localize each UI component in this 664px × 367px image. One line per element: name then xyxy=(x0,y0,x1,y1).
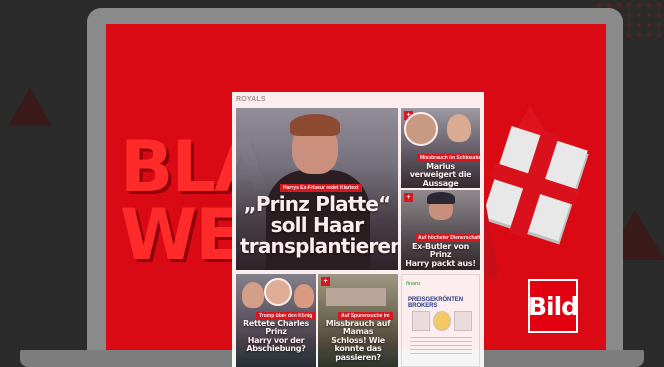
charles-headline: Rettete Charles Prinz Harry vor der Absc… xyxy=(238,319,314,354)
butler-headline-line2: Harry packt aus! xyxy=(405,258,476,268)
bild-plus-icon: + xyxy=(321,277,330,286)
ad-brand: finanz xyxy=(406,281,421,287)
schloss-headline-line2: Schloss! Wie konnte das xyxy=(331,335,385,354)
person-cap xyxy=(427,192,455,204)
marius-headline: Marius verweigert die Aussage xyxy=(403,162,478,188)
avatar xyxy=(264,278,292,306)
black-friday-text-line2: WE xyxy=(120,194,243,276)
ad-title: PREISGEKRÖNTEN BROKERS xyxy=(408,297,463,309)
hero-headline-line3: transplantieren xyxy=(240,234,398,258)
section-title[interactable]: ROYALS xyxy=(236,96,266,103)
marius-headline-line1: Marius verweigert die xyxy=(409,162,472,180)
royals-news-panel: ROYALS Harrys Ex-Friseur redet Klartext … xyxy=(232,92,484,367)
ad-award-icon xyxy=(454,311,472,331)
person-head xyxy=(242,282,264,308)
bild-plus-icon: + xyxy=(404,193,413,202)
background-triangle xyxy=(8,88,52,126)
charles-headline-line1: Rettete Charles Prinz xyxy=(242,319,310,337)
ad-award-icon xyxy=(412,311,430,331)
person-head xyxy=(294,284,314,308)
schloss-headline-line3: passieren? xyxy=(335,352,381,362)
ad-fine-print xyxy=(410,337,472,357)
butler-article-tile[interactable]: + Auf höchster Dienerschaft Ex-Butler vo… xyxy=(401,190,480,270)
hero-article-tile[interactable]: Harrys Ex-Friseur redet Klartext „Prinz … xyxy=(236,108,398,270)
hero-person-hair xyxy=(290,114,340,136)
advertisement-tile[interactable]: finanz PREISGEKRÖNTEN BROKERS xyxy=(401,274,480,367)
schloss-headline: Missbrauch auf Mamas Schloss! Wie konnte… xyxy=(320,319,396,362)
marius-headline-line2: Aussage xyxy=(422,178,459,188)
schloss-headline-line1: Missbrauch auf Mamas xyxy=(325,319,391,337)
charles-headline-line3: Abschiebung? xyxy=(246,344,306,354)
castle-building xyxy=(326,288,386,306)
butler-kicker: Auf höchster Dienerschaft xyxy=(415,234,480,242)
butler-headline: Ex-Butler von Prinz Harry packt aus! xyxy=(403,242,478,268)
hero-headline: „Prinz Platte“ soll Haar transplantieren xyxy=(240,192,398,258)
marius-article-tile[interactable]: + Missbrauch im Schlosskeller Marius ver… xyxy=(401,108,480,188)
charles-article-tile[interactable]: Trump über den König Rettete Charles Pri… xyxy=(236,274,316,367)
person-head xyxy=(447,114,471,142)
bild-logo[interactable]: Bild xyxy=(528,279,579,333)
hero-kicker: Harrys Ex-Friseur redet Klartext xyxy=(280,184,362,192)
avatar xyxy=(404,112,438,146)
marius-kicker: Missbrauch im Schlosskeller xyxy=(417,154,480,162)
ad-award-icon xyxy=(433,311,451,331)
schloss-article-tile[interactable]: + Auf Spurensuche im Missbrauch auf Mama… xyxy=(318,274,398,367)
hero-headline-line2: soll Haar xyxy=(270,213,365,237)
hero-headline-line1: „Prinz Platte“ xyxy=(243,192,391,216)
butler-headline-line1: Ex-Butler von Prinz xyxy=(412,242,469,260)
